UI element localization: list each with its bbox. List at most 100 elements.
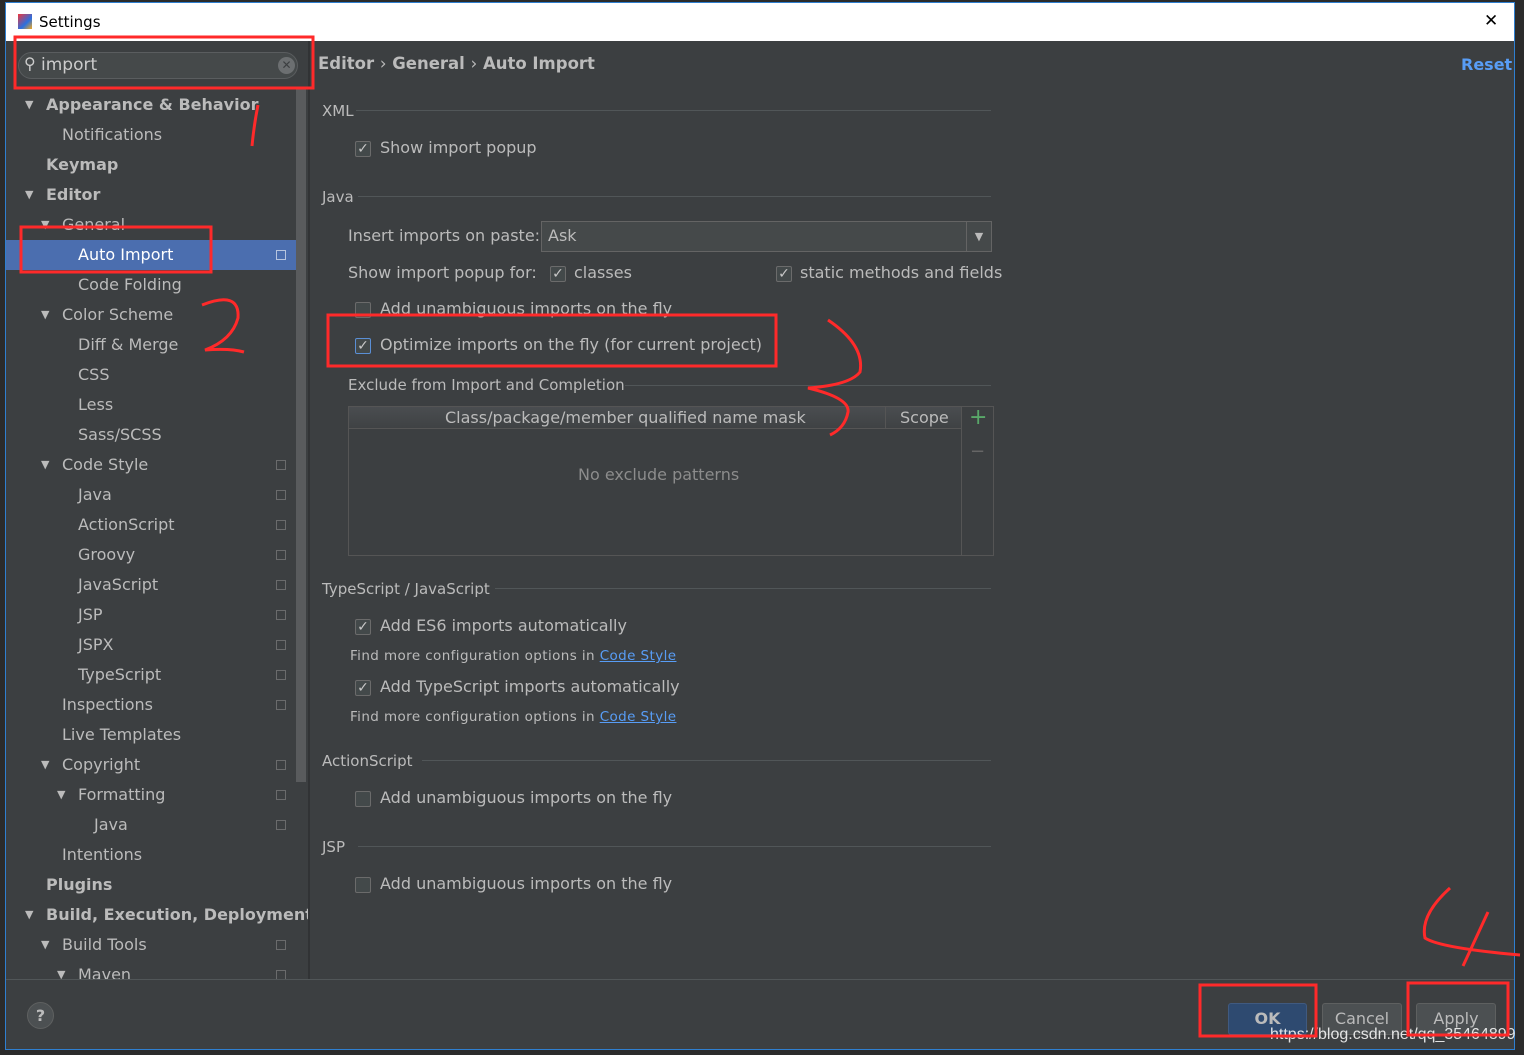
column-name-mask[interactable]: Class/package/member qualified name mask [445, 408, 806, 427]
help-button[interactable]: ? [27, 1002, 54, 1029]
sidebar-item-css[interactable]: CSS [6, 360, 296, 390]
find-more-text: Find more configuration options in Code … [350, 648, 676, 664]
classes-checkbox[interactable]: ✓ [550, 266, 566, 282]
expand-arrow-icon[interactable]: ▼ [57, 960, 65, 979]
sidebar-item-typescript[interactable]: TypeScript [6, 660, 296, 690]
add-unambiguous-as-checkbox[interactable] [355, 791, 371, 807]
sidebar-scrollbar[interactable] [296, 89, 306, 782]
code-style-link[interactable]: Code Style [600, 709, 677, 725]
optimize-imports-checkbox[interactable]: ✓ [355, 338, 371, 354]
expand-arrow-icon[interactable]: ▼ [57, 780, 65, 810]
sidebar-item-javascript[interactable]: JavaScript [6, 570, 296, 600]
breadcrumb-editor: Editor [318, 54, 375, 73]
sidebar-item-label: ActionScript [78, 515, 175, 534]
sidebar-item-label: Maven [78, 965, 132, 979]
project-scope-icon [276, 700, 286, 710]
classes-label: classes [574, 263, 632, 282]
sidebar-item-color-scheme[interactable]: ▼ Color Scheme [6, 300, 296, 330]
sidebar-item-build-tools[interactable]: ▼ Build Tools [6, 930, 296, 960]
breadcrumb-general: General [392, 54, 465, 73]
project-scope-icon [276, 490, 286, 500]
add-typescript-checkbox[interactable]: ✓ [355, 680, 371, 696]
sidebar-item-label: Keymap [46, 155, 119, 174]
remove-icon[interactable]: − [970, 441, 985, 462]
find-more-label: Find more configuration options in [350, 648, 595, 664]
expand-arrow-icon[interactable]: ▼ [41, 750, 49, 780]
divider [625, 385, 991, 386]
sidebar-item-java[interactable]: Java [6, 480, 296, 510]
add-icon[interactable]: + [969, 405, 987, 430]
sidebar-item-label: TypeScript [78, 665, 162, 684]
expand-arrow-icon[interactable]: ▼ [41, 210, 49, 240]
sidebar-item-editor[interactable]: ▼ Editor [6, 180, 296, 210]
sidebar-item-jspx[interactable]: JSPX [6, 630, 296, 660]
sidebar-item-copyright[interactable]: ▼ Copyright [6, 750, 296, 780]
add-unambiguous-java-checkbox[interactable] [355, 302, 371, 318]
expand-arrow-icon[interactable]: ▼ [25, 900, 33, 930]
clear-search-icon[interactable]: ✕ [278, 57, 295, 74]
divider [358, 196, 991, 197]
sidebar-item-auto-import[interactable]: Auto Import [6, 240, 296, 270]
insert-imports-dropdown[interactable]: Ask ▼ [541, 221, 992, 252]
code-style-link[interactable]: Code Style [600, 648, 677, 664]
sidebar-item-code-style[interactable]: ▼ Code Style [6, 450, 296, 480]
sidebar-item-diff-merge[interactable]: Diff & Merge [6, 330, 296, 360]
sidebar-item-code-folding[interactable]: Code Folding [6, 270, 296, 300]
sidebar-item-sass-scss[interactable]: Sass/SCSS [6, 420, 296, 450]
insert-imports-label: Insert imports on paste: [348, 226, 541, 245]
sidebar-item-intentions[interactable]: Intentions [6, 840, 296, 870]
add-unambiguous-jsp-checkbox[interactable] [355, 877, 371, 893]
expand-arrow-icon[interactable]: ▼ [41, 450, 49, 480]
divider [358, 846, 991, 847]
project-scope-icon [276, 580, 286, 590]
sidebar-item-label: Code Style [62, 455, 149, 474]
static-methods-checkbox[interactable]: ✓ [776, 266, 792, 282]
show-popup-for-label: Show import popup for: [348, 263, 537, 282]
find-more-text: Find more configuration options in Code … [350, 709, 676, 725]
search-field[interactable]: ⚲ import ✕ [18, 52, 298, 79]
search-input[interactable]: import [41, 55, 97, 75]
show-import-popup-xml-label: Show import popup [380, 138, 537, 157]
find-more-label: Find more configuration options in [350, 709, 595, 725]
sidebar-item-java[interactable]: Java [6, 810, 296, 840]
reset-link[interactable]: Reset [1461, 55, 1512, 74]
add-es6-checkbox[interactable]: ✓ [355, 619, 371, 635]
sidebar-item-live-templates[interactable]: Live Templates [6, 720, 296, 750]
sidebar-item-formatting[interactable]: ▼ Formatting [6, 780, 296, 810]
settings-dialog: Settings ✕ ⚲ import ✕ ▼ Appearance & Beha… [5, 2, 1515, 1050]
sidebar-item-less[interactable]: Less [6, 390, 296, 420]
sidebar-item-label: Notifications [62, 125, 163, 144]
breadcrumb-auto-import: Auto Import [482, 54, 595, 73]
sidebar-item-jsp[interactable]: JSP [6, 600, 296, 630]
sidebar-item-label: Diff & Merge [78, 335, 179, 354]
sidebar-item-notifications[interactable]: Notifications [6, 120, 296, 150]
add-unambiguous-jsp-label: Add unambiguous imports on the fly [380, 874, 673, 893]
sidebar-item-build-execution-deployment[interactable]: ▼ Build, Execution, Deployment [6, 900, 308, 930]
expand-arrow-icon[interactable]: ▼ [41, 300, 49, 330]
sidebar-item-actionscript[interactable]: ActionScript [6, 510, 296, 540]
sidebar-item-maven[interactable]: ▼ Maven [6, 960, 296, 979]
sidebar-item-general[interactable]: ▼ General [6, 210, 296, 240]
add-unambiguous-java-label: Add unambiguous imports on the fly [380, 299, 673, 318]
sidebar-item-label: Less [78, 395, 114, 414]
project-scope-icon [276, 250, 286, 260]
close-button[interactable]: ✕ [1484, 11, 1498, 31]
sidebar-item-plugins[interactable]: Plugins [6, 870, 296, 900]
sidebar-item-inspections[interactable]: Inspections [6, 690, 296, 720]
column-scope[interactable]: Scope [885, 407, 961, 429]
sidebar-item-label: JSPX [78, 635, 114, 654]
divider [495, 588, 991, 589]
expand-arrow-icon[interactable]: ▼ [25, 90, 33, 120]
sidebar-item-label: Build Tools [62, 935, 147, 954]
exclude-table: Class/package/member qualified name mask… [348, 405, 994, 556]
sidebar-item-groovy[interactable]: Groovy [6, 540, 296, 570]
expand-arrow-icon[interactable]: ▼ [41, 930, 49, 960]
sidebar-item-label: Inspections [62, 695, 153, 714]
sidebar-item-appearance-behavior[interactable]: ▼ Appearance & Behavior [6, 90, 296, 120]
static-methods-label: static methods and fields [800, 263, 1003, 282]
show-import-popup-xml-checkbox[interactable]: ✓ [355, 141, 371, 157]
expand-arrow-icon[interactable]: ▼ [25, 180, 33, 210]
sidebar-item-keymap[interactable]: Keymap [6, 150, 296, 180]
project-scope-icon [276, 610, 286, 620]
settings-tree: ⚲ import ✕ ▼ Appearance & Behavior Notific… [6, 41, 308, 979]
